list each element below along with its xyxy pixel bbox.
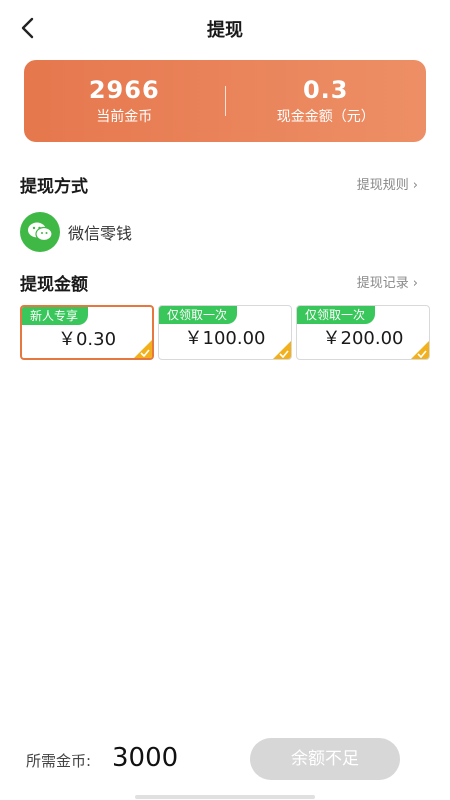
- home-indicator: [135, 795, 315, 799]
- required-coins-value: 3000: [112, 743, 179, 773]
- withdraw-rules-label: 提现规则: [356, 178, 409, 193]
- amount-tag: 新人专享: [22, 307, 89, 325]
- required-coins-label: 所需金币:: [26, 752, 92, 770]
- withdraw-method-title: 提现方式: [20, 177, 88, 197]
- amount-option-200[interactable]: 仅领取一次 ￥200.00: [296, 305, 430, 360]
- cash-label: 现金金额（元）: [276, 109, 375, 125]
- amount-tag: 仅领取一次: [159, 306, 238, 324]
- amount-value: ￥200.00: [322, 328, 404, 349]
- chevron-right-icon: ›: [412, 178, 418, 193]
- wechat-icon: [20, 212, 60, 252]
- amount-value: ￥100.00: [184, 328, 266, 349]
- withdraw-amount-title: 提现金额: [20, 275, 88, 295]
- chevron-right-icon: ›: [412, 276, 418, 291]
- cash-value: 0.3: [302, 76, 349, 104]
- amount-tag: 仅领取一次: [297, 306, 376, 324]
- balance-card: 2966 当前金币 0.3 现金金额（元）: [24, 60, 426, 142]
- amount-options: 新人专享 ￥0.30 仅领取一次 ￥100.00 仅领取一次 ￥200.00: [20, 305, 430, 360]
- cash-balance: 0.3 现金金额（元）: [226, 76, 427, 126]
- withdraw-rules-link[interactable]: 提现规则 ›: [357, 174, 418, 193]
- amount-option-100[interactable]: 仅领取一次 ￥100.00: [158, 305, 292, 360]
- withdraw-button[interactable]: 余额不足: [250, 738, 400, 780]
- amount-value: ￥0.30: [57, 329, 117, 350]
- wechat-method-label: 微信零钱: [68, 224, 133, 243]
- amount-option-0-30[interactable]: 新人专享 ￥0.30: [20, 305, 154, 360]
- coins-value: 2966: [88, 76, 160, 104]
- withdraw-records-label: 提现记录: [356, 276, 409, 291]
- check-icon: [417, 350, 427, 358]
- page-title: 提现: [207, 20, 243, 41]
- wechat-method[interactable]: 微信零钱: [20, 212, 132, 252]
- coins-label: 当前金币: [96, 109, 153, 125]
- check-icon: [140, 349, 150, 357]
- withdraw-records-link[interactable]: 提现记录 ›: [357, 272, 418, 291]
- header: 提现: [0, 0, 450, 56]
- coins-balance: 2966 当前金币: [24, 76, 225, 126]
- check-icon: [279, 350, 289, 358]
